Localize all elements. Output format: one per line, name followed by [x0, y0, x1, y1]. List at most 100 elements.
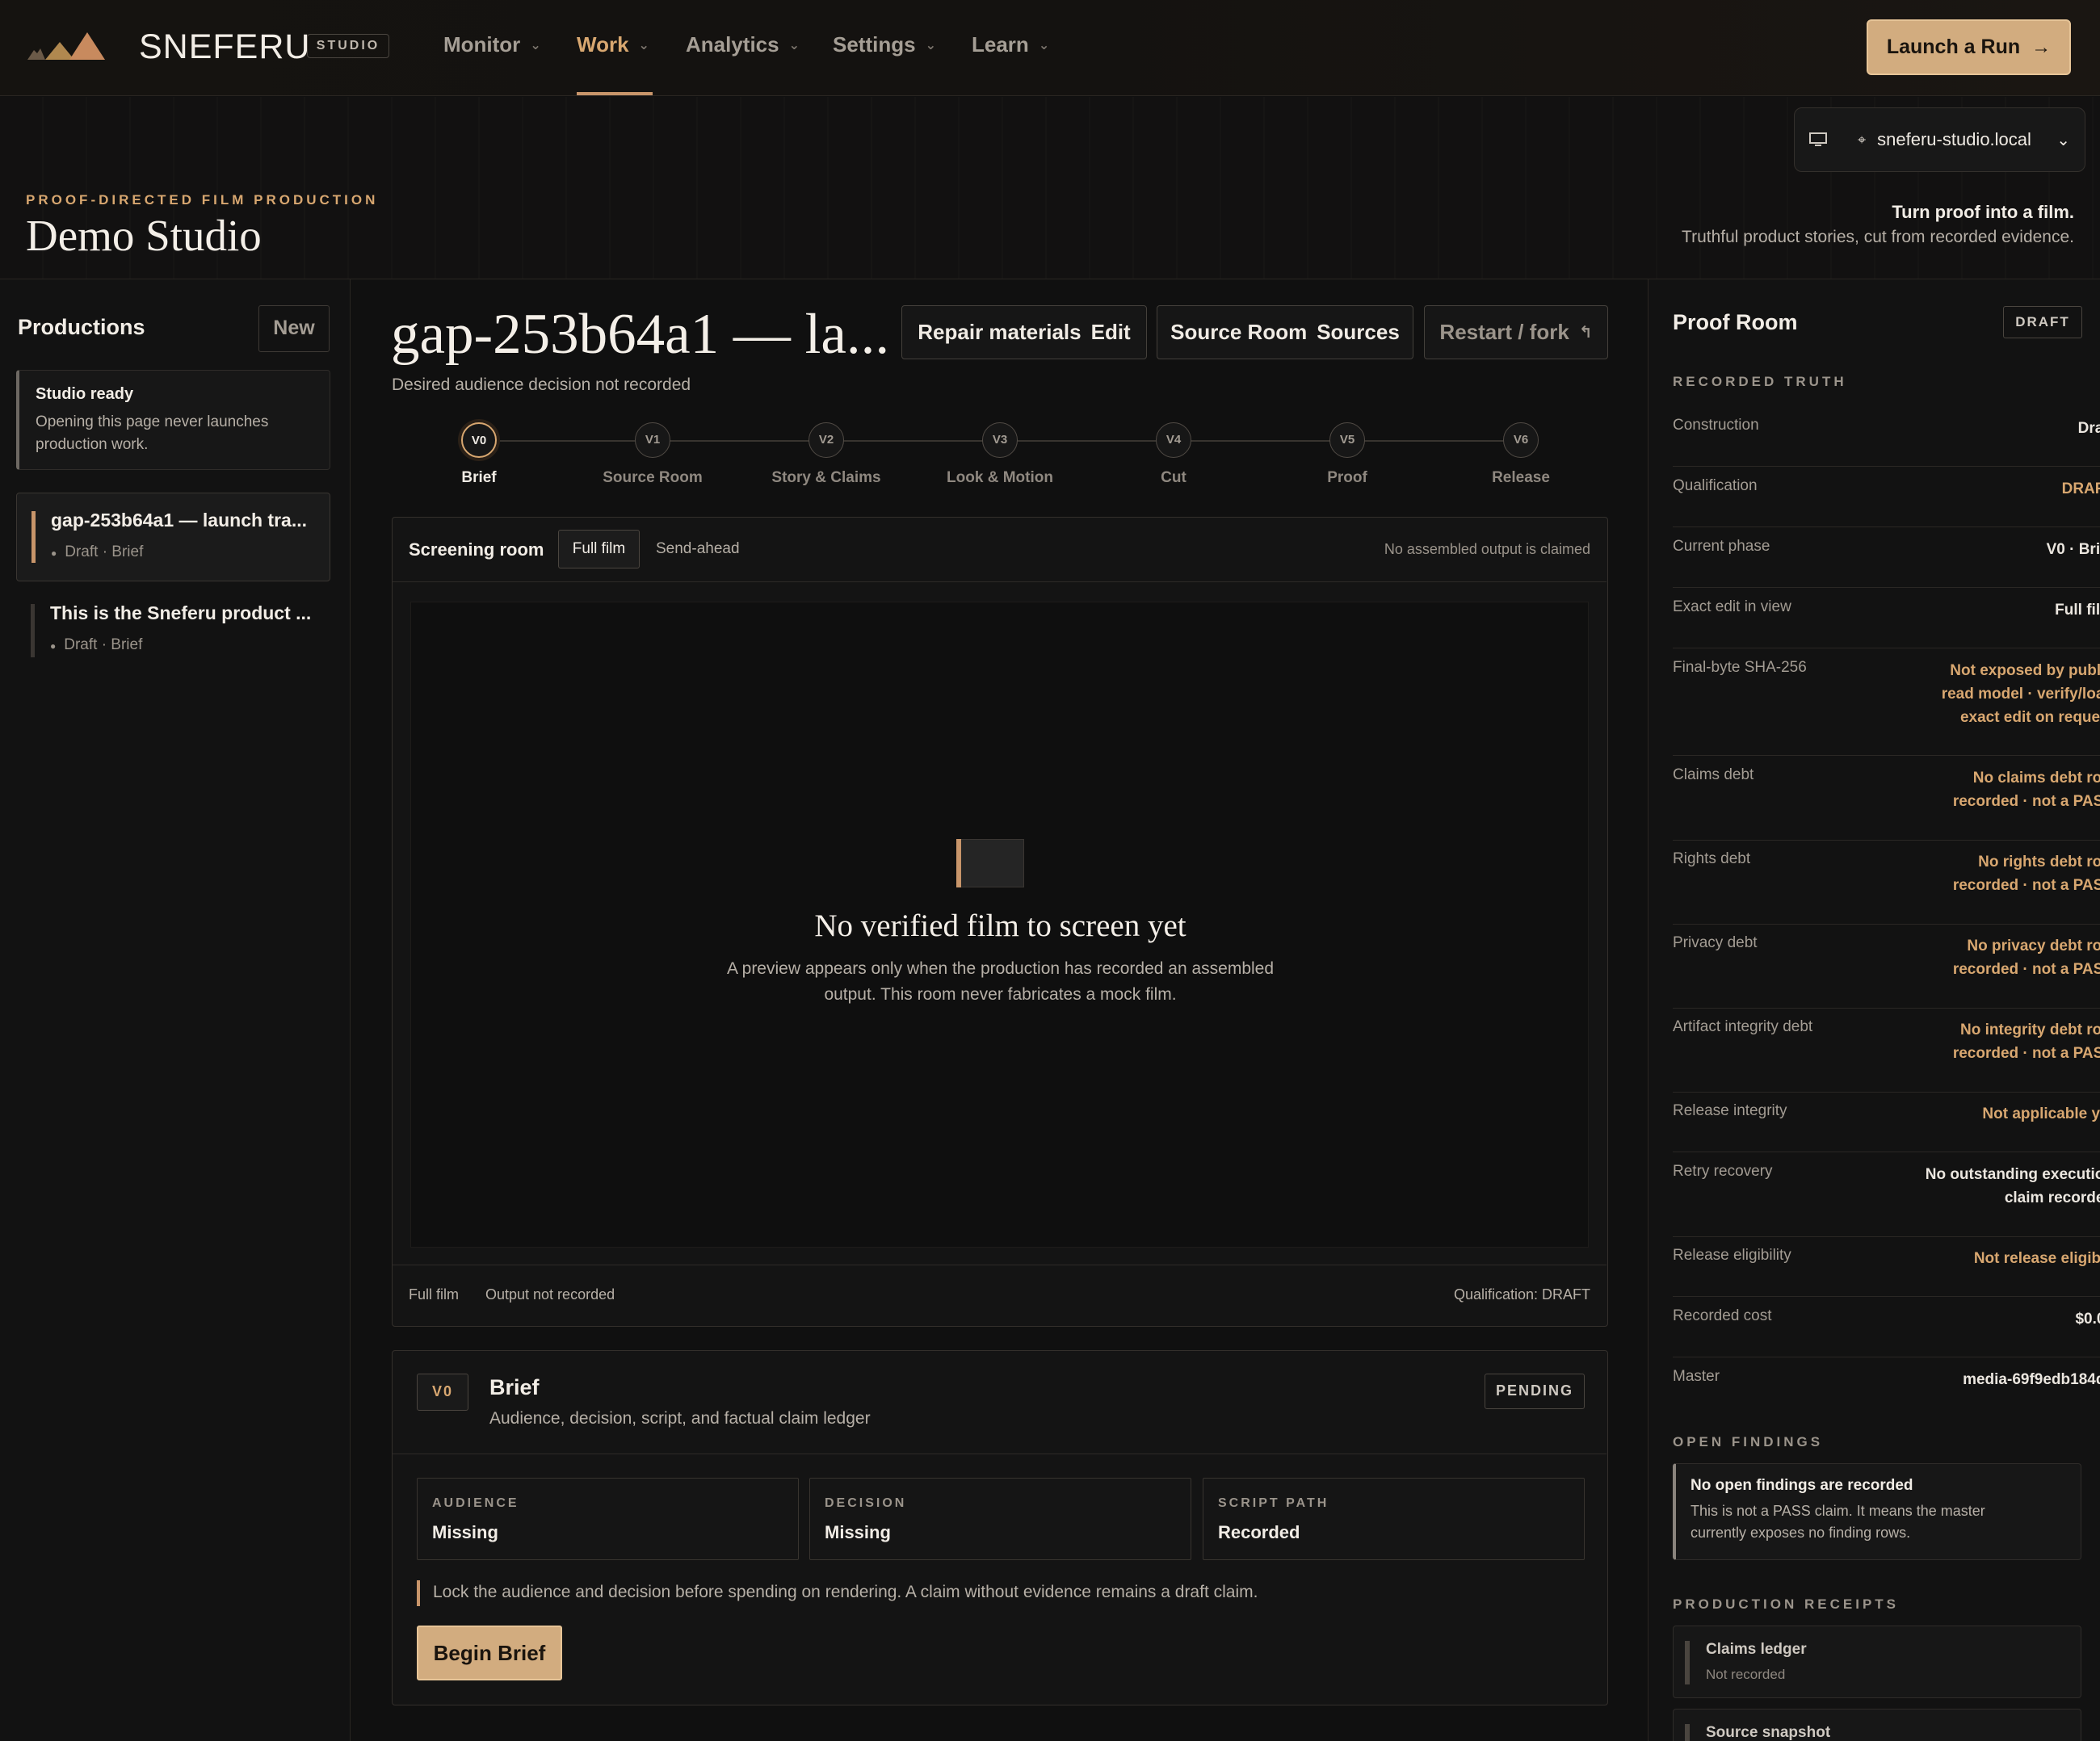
field-value: Missing — [825, 1522, 891, 1542]
truth-row: Exact edit in view Full film — [1673, 598, 2100, 648]
studio-badge: STUDIO — [307, 34, 389, 58]
row-key: Construction — [1673, 417, 1759, 434]
empty-state-text: A preview appears only when the producti… — [726, 959, 1275, 978]
step-v0[interactable]: V0 Brief — [406, 422, 552, 487]
row-value: Not applicable yet — [1982, 1105, 2100, 1122]
truth-row: Retry recovery No outstanding execution cl… — [1673, 1163, 2100, 1237]
production-item[interactable]: This is the Sneferu product ... ● Draft ·… — [16, 601, 330, 665]
step-v5[interactable]: V5 Proof — [1275, 422, 1420, 487]
receipt-marker — [1685, 1641, 1690, 1684]
nav-learn[interactable]: Learn ⌄ — [972, 32, 1049, 57]
truth-row: Current phase V0 · Brief — [1673, 538, 2100, 588]
row-value-line: No claims debt row — [1972, 770, 2100, 787]
brief-code-badge: V0 — [417, 1374, 468, 1411]
launch-run-button[interactable]: Launch a Run → — [1867, 19, 2071, 75]
truth-row: Release integrity Not applicable yet — [1673, 1102, 2100, 1152]
findings-title: No open findings are recorded — [1690, 1477, 1913, 1494]
step-v4[interactable]: V4 Cut — [1101, 422, 1246, 487]
new-production-button[interactable]: New — [258, 305, 330, 352]
arrow-right-icon: → — [2031, 36, 2052, 58]
receipt-marker — [1685, 1724, 1690, 1741]
nav-label: Monitor — [443, 32, 521, 57]
row-value: Draft — [2077, 420, 2100, 437]
studio-header: PROOF-DIRECTED FILM PRODUCTION Demo Stud… — [0, 97, 2100, 279]
tab-full-film[interactable]: Full film — [558, 530, 640, 568]
row-value-line: recorded · not a PASS — [1952, 877, 2100, 894]
begin-brief-button[interactable]: Begin Brief — [417, 1626, 562, 1680]
chevron-down-icon: ⌄ — [788, 38, 800, 52]
chevron-down-icon: ⌄ — [638, 38, 649, 52]
brief-note: Lock the audience and decision before sp… — [433, 1583, 1258, 1601]
production-subtitle: Desired audience decision not recorded — [392, 375, 691, 394]
row-value-line: No rights debt row — [1978, 854, 2100, 870]
notice-text: Opening this page never launches product… — [36, 413, 269, 453]
step-v6[interactable]: V6 Release — [1448, 422, 1594, 487]
decision-field: DECISION Missing — [809, 1478, 1191, 1560]
row-key: Claims debt — [1673, 766, 1754, 783]
receipt-item[interactable]: Claims ledger Not recorded — [1673, 1626, 2081, 1698]
nav-monitor[interactable]: Monitor ⌄ — [443, 32, 541, 57]
receipt-title: Claims ledger — [1706, 1641, 1807, 1658]
row-value: No outstanding execution claim recorded — [1926, 1163, 2100, 1210]
nav-analytics[interactable]: Analytics ⌄ — [686, 32, 800, 57]
receipt-status: Not recorded — [1706, 1667, 1786, 1682]
field-label: AUDIENCE — [432, 1496, 519, 1510]
tab-send-ahead[interactable]: Send-ahead — [656, 540, 740, 558]
nav-label: Settings — [833, 32, 916, 57]
film-placeholder-accent — [956, 839, 961, 887]
monitor-icon — [1809, 132, 1827, 146]
footer-output: Output not recorded — [485, 1286, 615, 1303]
truth-row: Master media-69f9edb184d0 — [1673, 1368, 2100, 1418]
header-subtitle: Truthful product stories, cut from recor… — [1682, 228, 2074, 246]
crosshair-icon: ⌖ — [1858, 131, 1867, 148]
step-v1[interactable]: V1 Source Room — [580, 422, 725, 487]
screening-toolbar: Screening room Full film Send-ahead No a… — [393, 518, 1606, 582]
restart-fork-button[interactable]: Restart / fork ↰ — [1424, 305, 1608, 359]
top-navigation: SNEFERU STUDIO Monitor ⌄ Work ⌄ Analytics ⌄… — [0, 0, 2100, 96]
row-value-line: exact edit on request — [1959, 709, 2100, 726]
header-kicker: PROOF-DIRECTED FILM PRODUCTION — [26, 192, 379, 208]
row-value-line: recorded · not a PASS — [1952, 793, 2100, 810]
status-badge: PENDING — [1485, 1374, 1585, 1409]
row-value: Not release eligible — [1973, 1250, 2100, 1267]
row-value-line: Not exposed by public — [1950, 662, 2100, 679]
production-item-selected[interactable]: gap-253b64a1 — launch tra... ● Draft · Br… — [16, 493, 330, 581]
brand-name[interactable]: SNEFERU — [139, 27, 310, 67]
step-v2[interactable]: V2 Story & Claims — [754, 422, 899, 487]
header-tagline: Turn proof into a film. — [1892, 202, 2074, 222]
action-prefix: Source Room — [1170, 320, 1308, 344]
status-dot-icon: ● — [50, 640, 57, 652]
truth-row: Rights debt No rights debt row recorded · … — [1673, 850, 2100, 925]
status-dot-icon: ● — [51, 547, 57, 559]
section-open-findings: OPEN FINDINGS — [1673, 1434, 1824, 1449]
restart-icon: ↰ — [1578, 324, 1593, 342]
page-title: Demo Studio — [26, 211, 262, 260]
selected-marker — [32, 511, 36, 563]
row-value-line: read model · verify/load — [1941, 686, 2100, 703]
nav-settings[interactable]: Settings ⌄ — [833, 32, 936, 57]
nav-work[interactable]: Work ⌄ — [577, 32, 649, 57]
host-selector[interactable]: ⌖ sneferu-studio.local ⌄ — [1794, 107, 2085, 172]
action-prefix: Repair materials — [918, 320, 1082, 344]
repair-materials-edit-button[interactable]: Repair materials Edit — [901, 305, 1147, 359]
truth-row: Artifact integrity debt No integrity debt… — [1673, 1018, 2100, 1093]
step-code: V6 — [1503, 422, 1539, 458]
action-label: Restart / fork — [1439, 320, 1569, 344]
source-room-sources-button[interactable]: Source Room Sources — [1157, 305, 1413, 359]
findings-notice: No open findings are recorded This is no… — [1673, 1463, 2081, 1560]
production-meta: ● Draft · Brief — [51, 543, 143, 561]
footer-cut: Full film — [409, 1286, 459, 1303]
launch-label: Launch a Run — [1886, 36, 2021, 58]
row-value: Full film — [2055, 602, 2100, 619]
step-v3[interactable]: V3 Look & Motion — [927, 422, 1073, 487]
empty-state-text: output. This room never fabricates a moc… — [824, 985, 1177, 1004]
sidebar-title: Productions — [18, 315, 145, 339]
proof-room-panel: Proof Room DRAFT RECORDED TRUTH Construc… — [1648, 279, 2100, 1741]
receipt-item[interactable]: Source snapshot — [1673, 1709, 2081, 1741]
row-key: Exact edit in view — [1673, 598, 1791, 615]
row-key: Qualification — [1673, 477, 1758, 494]
row-key: Final-byte SHA-256 — [1673, 659, 1807, 676]
nav-label: Work — [577, 32, 629, 57]
row-value: No privacy debt row recorded · not a PASS — [1953, 934, 2100, 981]
step-code: V2 — [808, 422, 844, 458]
